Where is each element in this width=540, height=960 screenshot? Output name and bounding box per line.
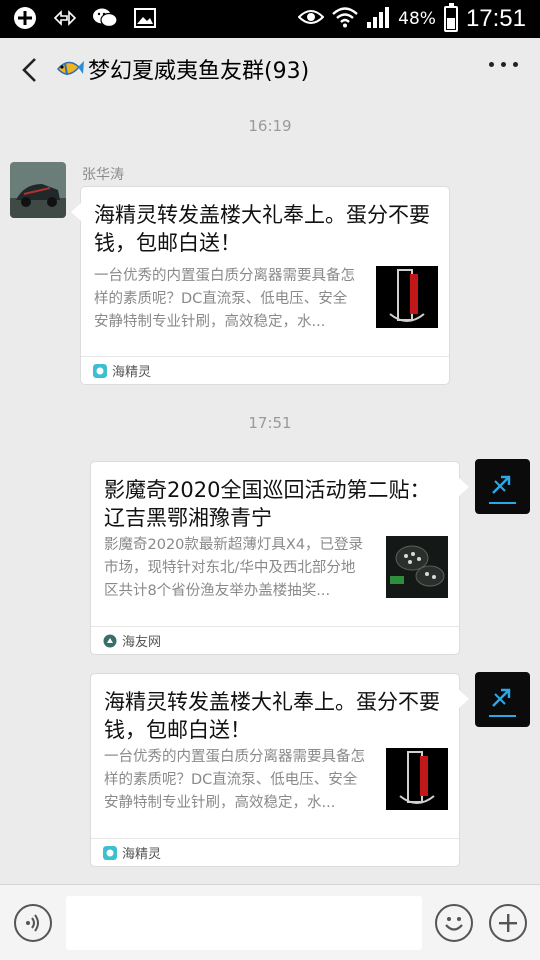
sender-name: 张华涛 xyxy=(82,167,124,183)
link-card-source: 海精灵 xyxy=(81,356,449,384)
link-card-source-label: 海精灵 xyxy=(122,847,162,862)
sender-avatar[interactable] xyxy=(10,162,66,218)
link-card[interactable]: 影魔奇2020全国巡回活动第二贴：辽吉黑鄂湘豫青宁 影魔奇2020款最新超薄灯具… xyxy=(90,461,469,655)
my-avatar[interactable] xyxy=(475,459,530,514)
link-card-thumbnail xyxy=(386,748,448,810)
status-time: 17:51 xyxy=(465,5,526,32)
wifi-icon xyxy=(332,6,358,32)
link-card[interactable]: 海精灵转发盖楼大礼奉上。蛋分不要钱，包邮白送！ 一台优秀的内置蛋白质分离器需要具… xyxy=(71,186,450,385)
emoji-icon[interactable] xyxy=(435,904,473,942)
link-card-description: 影魔奇2020款最新超薄灯具X4，已登录市场，现特针对东北/华中及西北部分地区共… xyxy=(104,537,364,599)
cell-signal-icon xyxy=(366,6,390,32)
source-app-icon xyxy=(103,634,117,647)
link-card-source-label: 海精灵 xyxy=(112,365,152,380)
link-card-source: 海友网 xyxy=(91,626,459,654)
fish-emoji-icon xyxy=(54,54,84,84)
link-card-thumbnail xyxy=(386,536,448,598)
wechat-icon xyxy=(92,5,118,31)
source-app-icon xyxy=(93,363,107,378)
signal-arrows-icon xyxy=(52,5,78,31)
input-bar xyxy=(0,884,540,960)
link-card-title: 海精灵转发盖楼大礼奉上。蛋分不要钱，包邮白送！ xyxy=(94,203,430,255)
add-circle-icon xyxy=(12,5,38,31)
eye-icon xyxy=(297,8,325,30)
chat-header: 梦幻夏威夷鱼友群(93) xyxy=(0,38,540,104)
link-card-description: 一台优秀的内置蛋白质分离器需要具备怎样的素质呢？DC直流泵、低电压、安全安静特制… xyxy=(104,749,365,811)
more-dots-icon[interactable] xyxy=(489,62,518,67)
my-avatar[interactable] xyxy=(475,672,530,727)
link-card-source: 海精灵 xyxy=(91,838,459,866)
battery-percent: 48% xyxy=(398,9,436,29)
link-card-title: 海精灵转发盖楼大礼奉上。蛋分不要钱，包邮白送！ xyxy=(104,690,440,742)
source-app-icon xyxy=(103,845,117,860)
back-chevron-icon[interactable] xyxy=(12,53,46,87)
link-card-description: 一台优秀的内置蛋白质分离器需要具备怎样的素质呢？DC直流泵、低电压、安全安静特制… xyxy=(94,268,355,330)
link-card-source-label: 海友网 xyxy=(122,635,162,650)
image-icon xyxy=(132,5,158,31)
message-timestamp: 16:19 xyxy=(248,117,292,135)
battery-icon xyxy=(443,3,458,32)
link-card-thumbnail xyxy=(376,266,438,328)
message-input[interactable] xyxy=(66,896,422,950)
link-card-title: 影魔奇2020全国巡回活动第二贴：辽吉黑鄂湘豫青宁 xyxy=(104,478,431,530)
chat-title: 梦幻夏威夷鱼友群(93) xyxy=(88,59,310,84)
voice-icon[interactable] xyxy=(14,904,52,942)
link-card[interactable]: 海精灵转发盖楼大礼奉上。蛋分不要钱，包邮白送！ 一台优秀的内置蛋白质分离器需要具… xyxy=(90,673,469,867)
plus-icon[interactable] xyxy=(489,904,527,942)
status-bar: 48% 17:51 xyxy=(0,0,540,38)
message-timestamp: 17:51 xyxy=(248,414,292,432)
